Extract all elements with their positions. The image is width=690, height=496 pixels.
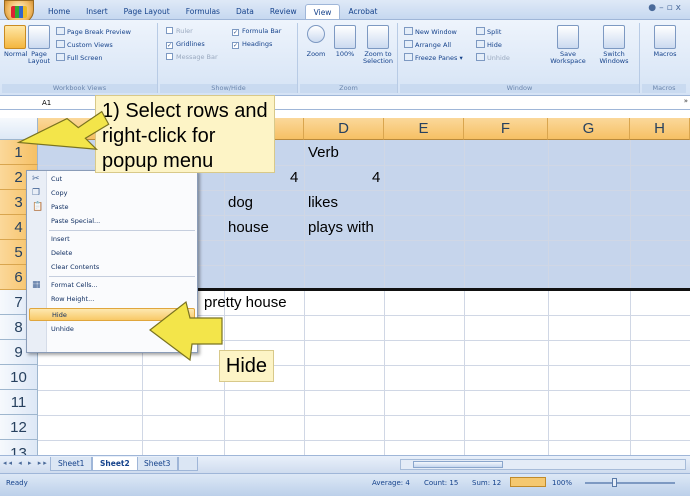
zoom-slider-knob[interactable] (612, 478, 617, 487)
horizontal-scrollbar[interactable] (400, 459, 686, 470)
pointer-arrow-to-hide (149, 300, 223, 362)
sheet-tab-2[interactable]: Sheet2 (92, 457, 138, 471)
status-count: Count: 15 (424, 479, 459, 487)
view-mode-buttons[interactable] (510, 477, 546, 487)
sheet-tab-1[interactable]: Sheet1 (50, 457, 93, 471)
insert-sheet-icon[interactable] (178, 457, 198, 471)
sheet-tab-3[interactable]: Sheet3 (136, 457, 179, 471)
pointer-arrow-to-rows (16, 110, 110, 150)
scroll-thumb[interactable] (413, 461, 503, 468)
annotation-arrows (16, 110, 223, 362)
status-sum: Sum: 12 (472, 479, 502, 487)
sheet-tab-bar: ◂◂ ◂ ▸ ▸▸ Sheet1 Sheet2 Sheet3 (0, 455, 690, 473)
status-bar: Ready Average: 4 Count: 15 Sum: 12 100% (0, 473, 690, 496)
sheet-nav-arrows[interactable]: ◂◂ ◂ ▸ ▸▸ (3, 459, 49, 467)
zoom-slider[interactable] (585, 482, 675, 484)
status-average: Average: 4 (372, 479, 410, 487)
zoom-level[interactable]: 100% (552, 479, 572, 487)
status-ready: Ready (6, 479, 28, 487)
